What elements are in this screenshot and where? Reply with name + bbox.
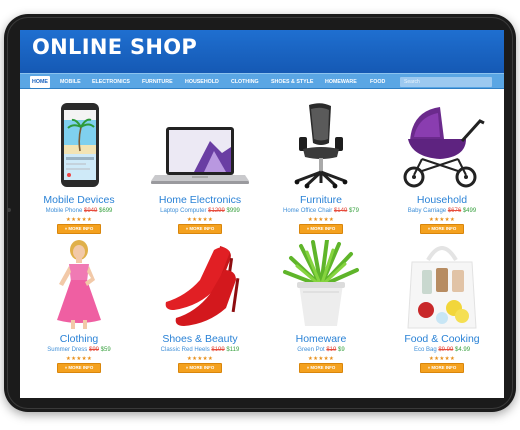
product-price-line: Baby Carriage $676 $499 (386, 208, 498, 214)
nav-item-homeware[interactable]: HOMEWARE (323, 76, 359, 88)
new-price: $999 (226, 208, 240, 214)
old-price: $9.99 (438, 347, 454, 353)
screen: ONLINE SHOP HOME MOBILE ELECTRONICS FURN… (20, 30, 504, 398)
product-price-line: Home Office Chair $149 $79 (265, 208, 377, 214)
product-price-line: Classic Red Heels $199 $119 (144, 347, 256, 353)
tablet-frame: ONLINE SHOP HOME MOBILE ELECTRONICS FURN… (4, 14, 516, 412)
product-card-carriage: Household Baby Carriage $676 $499 ★★★★★ … (386, 101, 498, 249)
nav-item-mobile[interactable]: MOBILE (58, 76, 83, 88)
nav-item-furniture[interactable]: FURNITURE (140, 76, 175, 88)
new-price: $59 (100, 347, 111, 353)
product-item: Eco Bag (413, 347, 437, 353)
product-name[interactable]: Homeware (265, 333, 377, 345)
product-name[interactable]: Home Electronics (144, 194, 256, 206)
search-input[interactable] (400, 77, 492, 87)
new-price: $4.99 (455, 347, 471, 353)
product-item: Mobile Phone (45, 208, 83, 214)
product-card-pot: Homeware Green Pot $19 $9 ★★★★★ » MORE I… (265, 240, 377, 388)
more-info-button[interactable]: » MORE INFO (420, 224, 464, 234)
shop-logo[interactable]: ONLINE SHOP (32, 35, 197, 59)
old-price: $99 (88, 347, 99, 353)
product-card-chair: Furniture Home Office Chair $149 $79 ★★★… (265, 101, 377, 249)
baby-carriage-image[interactable] (392, 101, 492, 191)
rating-stars: ★★★★★ (186, 356, 214, 362)
product-price-line: Laptop Computer $1299 $999 (144, 208, 256, 214)
office-chair-image[interactable] (271, 101, 371, 191)
product-item: Green Pot (297, 347, 325, 353)
more-info-button[interactable]: » MORE INFO (420, 363, 464, 373)
product-name[interactable]: Food & Cooking (386, 333, 498, 345)
product-item: Laptop Computer (160, 208, 207, 214)
product-name[interactable]: Shoes & Beauty (144, 333, 256, 345)
more-info-button[interactable]: » MORE INFO (57, 224, 101, 234)
old-price: $676 (447, 208, 462, 214)
eco-bag-image[interactable] (392, 240, 492, 330)
old-price: $199 (211, 347, 225, 353)
product-item: Home Office Chair (283, 208, 333, 214)
dress-model-image[interactable] (29, 240, 129, 330)
new-price: $79 (348, 208, 359, 214)
product-name[interactable]: Furniture (265, 194, 377, 206)
nav-item-food[interactable]: FOOD (368, 76, 387, 88)
nav-bar: HOME MOBILE ELECTRONICS FURNITURE HOUSEH… (20, 73, 504, 89)
product-name[interactable]: Mobile Devices (23, 194, 135, 206)
product-name[interactable]: Household (386, 194, 498, 206)
product-card-laptop: Home Electronics Laptop Computer $1299 $… (144, 101, 256, 249)
rating-stars: ★★★★★ (307, 356, 335, 362)
plant-pot-image[interactable] (271, 240, 371, 330)
more-info-button[interactable]: » MORE INFO (178, 363, 222, 373)
product-name[interactable]: Clothing (23, 333, 135, 345)
product-card-heels: Shoes & Beauty Classic Red Heels $199 $1… (144, 240, 256, 388)
nav-item-household[interactable]: HOUSEHOLD (183, 76, 221, 88)
nav-item-electronics[interactable]: ELECTRONICS (90, 76, 132, 88)
more-info-button[interactable]: » MORE INFO (178, 224, 222, 234)
product-price-line: Green Pot $19 $9 (265, 347, 377, 353)
product-item: Baby Carriage (407, 208, 447, 214)
shop-header: ONLINE SHOP (20, 30, 504, 73)
product-price-line: Mobile Phone $949 $699 (23, 208, 135, 214)
phone-image[interactable] (29, 101, 129, 191)
rating-stars: ★★★★★ (186, 217, 214, 223)
nav-item-shoes-style[interactable]: SHOES & STYLE (269, 76, 315, 88)
rating-stars: ★★★★★ (65, 217, 93, 223)
product-price-line: Summer Dress $99 $59 (23, 347, 135, 353)
product-item: Classic Red Heels (160, 347, 210, 353)
product-item: Summer Dress (47, 347, 88, 353)
old-price: $1299 (208, 208, 225, 214)
new-price: $499 (462, 208, 477, 214)
more-info-button[interactable]: » MORE INFO (57, 363, 101, 373)
red-heels-image[interactable] (150, 240, 250, 330)
new-price: $9 (338, 347, 345, 353)
old-price: $19 (326, 347, 337, 353)
camera-dot (7, 208, 11, 212)
rating-stars: ★★★★★ (428, 356, 456, 362)
more-info-button[interactable]: » MORE INFO (299, 224, 343, 234)
nav-item-clothing[interactable]: CLOTHING (229, 76, 261, 88)
old-price: $949 (83, 208, 98, 214)
laptop-image[interactable] (150, 101, 250, 191)
rating-stars: ★★★★★ (65, 356, 93, 362)
product-card-dress: Clothing Summer Dress $99 $59 ★★★★★ » MO… (23, 240, 135, 388)
more-info-button[interactable]: » MORE INFO (299, 363, 343, 373)
product-card-mobile: Mobile Devices Mobile Phone $949 $699 ★★… (23, 101, 135, 249)
nav-item-home[interactable]: HOME (30, 76, 50, 88)
new-price: $119 (226, 347, 240, 353)
old-price: $149 (333, 208, 348, 214)
new-price: $699 (99, 208, 113, 214)
product-card-ecobag: Food & Cooking Eco Bag $9.99 $4.99 ★★★★★… (386, 240, 498, 388)
rating-stars: ★★★★★ (428, 217, 456, 223)
rating-stars: ★★★★★ (307, 217, 335, 223)
product-price-line: Eco Bag $9.99 $4.99 (386, 347, 498, 353)
